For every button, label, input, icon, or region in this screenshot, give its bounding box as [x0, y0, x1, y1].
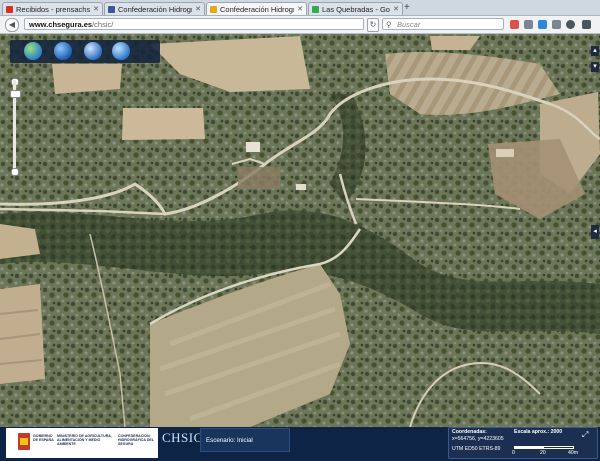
zoom-out-button[interactable]: [11, 168, 19, 176]
projection-label: UTM ED50 ETRS-89: [452, 446, 501, 452]
close-tab-icon[interactable]: ✕: [195, 5, 201, 13]
home-icon[interactable]: [552, 20, 561, 29]
tab-label: Confederación Hidrográfic...: [220, 4, 295, 14]
ministry-label: MINISTERIO DE AGRICULTURA, ALIMENTACIÓN …: [57, 434, 112, 447]
menu-icon[interactable]: [582, 20, 591, 29]
maps-favicon-icon: [312, 5, 319, 13]
tab-label: Las Quebradas - Google M...: [322, 4, 390, 14]
scale-title: Escala aprox.: 2000: [514, 429, 563, 435]
zoom-slider-handle[interactable]: [10, 90, 21, 98]
help-icon[interactable]: [112, 42, 130, 60]
bookmark-star-icon[interactable]: [510, 20, 519, 29]
reload-button[interactable]: ↻: [367, 18, 379, 32]
site-favicon-icon: [210, 5, 217, 13]
search-input[interactable]: ⚲ Buscar: [382, 18, 504, 30]
close-tab-icon[interactable]: ✕: [93, 5, 99, 13]
sync-icon[interactable]: [566, 20, 575, 29]
tab-label: Recibidos - prensachsegur...: [16, 4, 91, 14]
new-tab-button[interactable]: +: [404, 2, 410, 14]
scale-tick-0: 0: [512, 450, 515, 456]
collapse-bottom-icon[interactable]: ▾: [591, 62, 599, 72]
url-host: www.chsegura.es: [29, 20, 93, 29]
scale-tick-2: 40m: [568, 450, 579, 456]
spain-coat-of-arms-icon: [18, 433, 30, 450]
facebook-favicon-icon: [108, 5, 115, 13]
url-path: /chsic/: [92, 20, 114, 29]
search-placeholder: Buscar: [397, 20, 421, 29]
fullscreen-icon[interactable]: ⤢: [582, 430, 588, 440]
scenario-label: Escenario: Inicial: [206, 437, 253, 444]
tab-confederacion-2[interactable]: Confederación Hidrográfic... ✕: [206, 2, 307, 15]
chsic-brand-logo: CHSIC: [162, 430, 203, 445]
satellite-imagery: [0, 34, 600, 427]
download-icon[interactable]: [538, 20, 547, 29]
tab-confederacion-1[interactable]: Confederación Hidrográfic... ✕: [104, 2, 205, 15]
coordinates-value: x=564756, y=4223605: [452, 436, 504, 442]
binoculars-icon[interactable]: [84, 42, 102, 60]
mail-favicon-icon: [6, 5, 13, 13]
magnifier-icon: ⚲: [386, 20, 392, 29]
tab-inbox[interactable]: Recibidos - prensachsegur... ✕: [2, 2, 103, 15]
address-bar[interactable]: www.chsegura.es/chsic/: [24, 18, 364, 30]
gov-line-2: DE ESPAÑA: [33, 438, 54, 443]
browser-tab-bar: Recibidos - prensachsegur... ✕ Confedera…: [0, 0, 600, 16]
pen-icon[interactable]: [54, 42, 72, 60]
scale-tick-1: 20: [540, 450, 546, 456]
scale-bar: [514, 446, 574, 449]
side-panel-toggle-icon[interactable]: ◂: [591, 225, 599, 239]
tab-label: Confederación Hidrográfic...: [118, 4, 193, 14]
coordinates-title: Coordenadas:: [452, 429, 487, 435]
map-tool-panel: [10, 40, 160, 63]
tab-google-maps[interactable]: Las Quebradas - Google M... ✕: [308, 2, 403, 15]
gov-label: GOBIERNO DE ESPAÑA: [33, 434, 55, 442]
close-tab-icon[interactable]: ✕: [393, 5, 399, 13]
close-tab-icon[interactable]: ✕: [297, 5, 303, 13]
collapse-top-icon[interactable]: ▴: [591, 46, 599, 56]
satellite-map[interactable]: [0, 34, 600, 427]
confederation-label: CONFEDERACIÓN HIDROGRÁFICA DEL SEGURA: [118, 434, 154, 447]
globe-icon[interactable]: [24, 42, 42, 60]
back-button[interactable]: ◀: [5, 18, 19, 32]
reading-list-icon[interactable]: [524, 20, 533, 29]
browser-nav-bar: ◀ www.chsegura.es/chsic/ ↻ ⚲ Buscar: [0, 16, 600, 34]
